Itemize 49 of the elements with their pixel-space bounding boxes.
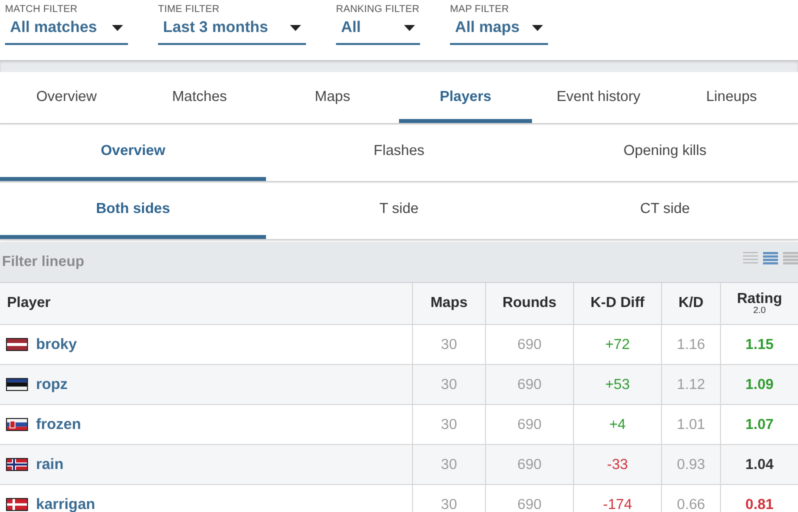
list-view-icon[interactable]	[783, 252, 798, 264]
nav-tab[interactable]: Event history	[532, 72, 665, 123]
table-cell: 690	[486, 364, 574, 404]
filter-label: RANKING FILTER	[336, 4, 420, 15]
filter-dropdown[interactable]: All maps	[450, 15, 548, 45]
side-tab[interactable]: CT side	[532, 183, 798, 239]
table-cell: 690	[486, 444, 574, 484]
caret-icon	[112, 25, 123, 31]
column-header: Player	[0, 283, 412, 324]
filter-label: TIME FILTER	[158, 4, 220, 15]
nav-tab[interactable]: Overview	[0, 72, 133, 123]
table-cell: 30	[412, 444, 486, 484]
table-cell: 0.93	[662, 444, 720, 484]
column-header: Rating 2.0	[720, 283, 798, 324]
column-header: Rounds	[486, 283, 574, 324]
list-view-icon[interactable]	[743, 252, 758, 264]
table-cell: 1.04	[720, 444, 798, 484]
caret-icon	[290, 25, 301, 31]
nav-tab[interactable]: Players	[399, 72, 532, 123]
table-cell: -33	[574, 444, 662, 484]
player-link[interactable]: broky	[36, 336, 77, 353]
nav-tab[interactable]: Lineups	[665, 72, 798, 123]
player-link[interactable]: rain	[36, 456, 64, 473]
filter-label: MAP FILTER	[450, 4, 510, 15]
stats-tab[interactable]: Opening kills	[532, 125, 798, 181]
list-view-icon[interactable]	[763, 252, 778, 264]
rating-version: 2.0	[753, 306, 766, 316]
filter-dropdown[interactable]: Last 3 months	[158, 15, 306, 45]
table-cell: 30	[412, 364, 486, 404]
nav-tab[interactable]: Matches	[133, 72, 266, 123]
player-link[interactable]: karrigan	[36, 496, 96, 512]
filter-dropdown[interactable]: All	[336, 15, 420, 45]
filter-label: MATCH FILTER	[5, 4, 78, 15]
column-header: Maps	[412, 283, 486, 324]
filter-dropdown[interactable]: All matches	[5, 15, 128, 45]
caret-icon	[532, 25, 543, 31]
side-tab[interactable]: T side	[266, 183, 532, 239]
table-cell: 1.12	[662, 364, 720, 404]
stats-tab[interactable]: Overview	[0, 125, 266, 181]
nav-tab[interactable]: Maps	[266, 72, 399, 123]
player-link[interactable]: ropz	[36, 376, 68, 393]
caret-icon	[404, 25, 415, 31]
column-header: K-D Diff	[574, 283, 662, 324]
player-link[interactable]: frozen	[36, 416, 81, 433]
stats-tab[interactable]: Flashes	[266, 125, 532, 181]
table-cell: +53	[574, 364, 662, 404]
side-tab[interactable]: Both sides	[0, 183, 266, 239]
table-cell: 1.09	[720, 364, 798, 404]
column-header: K/D	[662, 283, 720, 324]
